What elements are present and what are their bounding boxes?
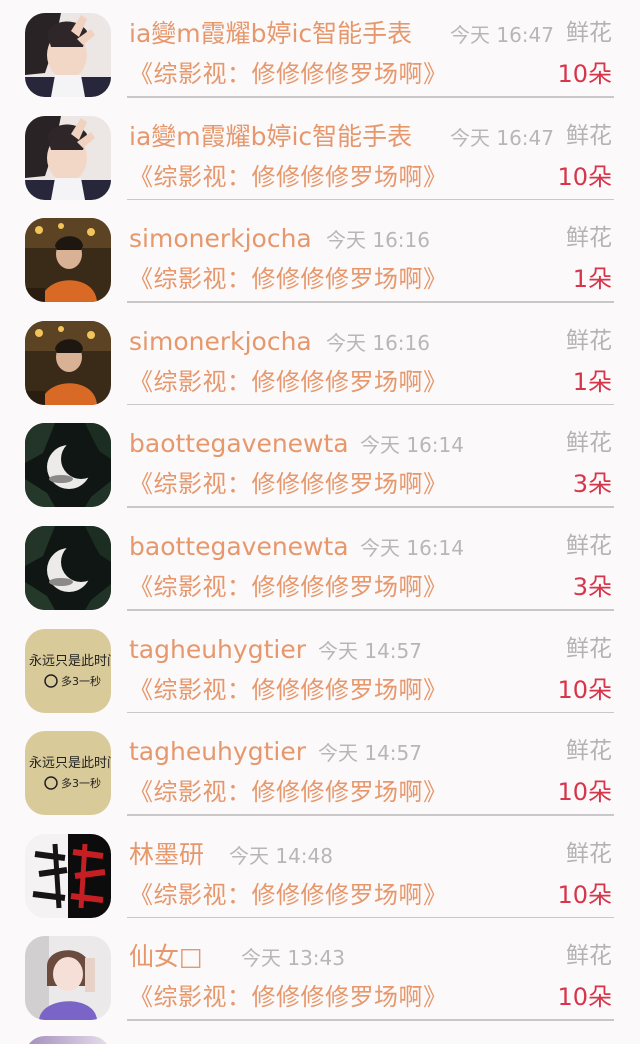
book-title[interactable]: 《综影视：修修修修罗场啊》 — [129, 570, 448, 604]
user-name: ia變m霞耀b婷ic智能手表 — [129, 121, 413, 151]
divider — [127, 301, 614, 303]
girl-selfie-avatar[interactable] — [25, 936, 111, 1021]
user-name: simonerkjocha — [129, 224, 312, 254]
gift-type: 鲜花 — [566, 840, 612, 867]
list-item[interactable]: simonerkjocha 今天 16:16 鲜花 《综影视：修修修修罗场啊》 … — [0, 205, 640, 308]
gift-type: 鲜花 — [566, 122, 612, 149]
girl-peace-sign-avatar[interactable] — [25, 13, 111, 97]
divider — [127, 609, 614, 611]
divider — [127, 198, 614, 201]
list-item[interactable]: 林墨研 今天 14:48 鲜花 《综影视：修修修修罗场啊》 10朵 — [0, 821, 640, 924]
gift-count: 3朵 — [572, 573, 612, 601]
divider — [127, 814, 614, 816]
handwriting-note-avatar[interactable]: 永远只是此时间多3一秒 — [25, 628, 111, 713]
calligraphy-avatar[interactable] — [25, 833, 111, 918]
gift-type: 鲜花 — [566, 327, 612, 354]
gift-count: 10朵 — [557, 162, 612, 191]
list-item[interactable]: 永远只是此时间多3一秒 tagheuhygtier 今天 14:57 鲜花 《综… — [0, 718, 640, 821]
crescent-moon-avatar[interactable] — [25, 526, 111, 610]
gift-type: 鲜花 — [566, 943, 612, 970]
crescent-moon-avatar[interactable] — [25, 423, 111, 508]
divider — [127, 96, 614, 98]
gift-type: 鲜花 — [566, 635, 612, 662]
timestamp: 今天 14:57 — [318, 741, 422, 766]
gift-type: 鲜花 — [566, 430, 612, 457]
boy-orange-sweater-avatar[interactable] — [25, 320, 111, 405]
svg-text:永远只是此时间: 永远只是此时间 — [29, 654, 111, 669]
gift-type: 鲜花 — [566, 738, 612, 765]
user-name: simonerkjocha — [129, 326, 312, 356]
timestamp: 今天 14:57 — [318, 638, 422, 663]
divider — [127, 1019, 614, 1021]
gift-type: 鲜花 — [566, 20, 612, 46]
book-title[interactable]: 《综影视：修修修修罗场啊》 — [129, 365, 448, 399]
timestamp: 今天 16:47 — [450, 23, 554, 47]
svg-text:多3一秒: 多3一秒 — [61, 674, 101, 688]
list-item[interactable]: 仙女□ 今天 13:43 鲜花 《综影视：修修修修罗场啊》 10朵 — [0, 923, 640, 1026]
book-title[interactable]: 《综影视：修修修修罗场啊》 — [129, 160, 448, 194]
book-title[interactable]: 《综影视：修修修修罗场啊》 — [129, 262, 448, 296]
user-name: 林墨研 — [129, 839, 205, 869]
list-item[interactable]: ia變m霞耀b婷ic智能手表 今天 16:47 鲜花 《综影视：修修修修罗场啊》… — [0, 103, 640, 206]
divider — [127, 711, 614, 714]
list-item[interactable]: baottegavenewta 今天 16:14 鲜花 《综影视：修修修修罗场啊… — [0, 513, 640, 616]
timestamp: 今天 14:48 — [229, 843, 333, 868]
gift-count: 10朵 — [557, 880, 612, 909]
list-item[interactable]: 永远只是此时间多3一秒 tagheuhygtier 今天 14:57 鲜花 《综… — [0, 616, 640, 719]
gift-type: 鲜花 — [566, 225, 612, 252]
list-item[interactable]: ia變m霞耀b婷ic智能手表 今天 16:47 鲜花 《综影视：修修修修罗场啊》… — [0, 0, 640, 103]
gift-record-list[interactable]: ia變m霞耀b婷ic智能手表 今天 16:47 鲜花 《综影视：修修修修罗场啊》… — [0, 0, 640, 1044]
user-name: 仙女□ — [129, 942, 203, 972]
user-name: tagheuhygtier — [129, 737, 306, 767]
gift-count: 1朵 — [572, 367, 612, 396]
divider — [127, 403, 614, 406]
gift-count: 10朵 — [557, 778, 612, 807]
avatar[interactable] — [25, 1036, 111, 1044]
book-title[interactable]: 《综影视：修修修修罗场啊》 — [129, 878, 448, 912]
boy-orange-sweater-avatar[interactable] — [25, 218, 111, 303]
user-name: ia變m霞耀b婷ic智能手表 — [129, 19, 413, 48]
svg-text:永远只是此时间: 永远只是此时间 — [29, 756, 111, 771]
book-title[interactable]: 《综影视：修修修修罗场啊》 — [129, 57, 448, 91]
book-title[interactable]: 《综影视：修修修修罗场啊》 — [129, 673, 448, 707]
handwriting-note-avatar[interactable]: 永远只是此时间多3一秒 — [25, 731, 111, 816]
list-item[interactable]: simonerkjocha 今天 16:16 鲜花 《综影视：修修修修罗场啊》 … — [0, 308, 640, 411]
girl-peace-sign-avatar[interactable] — [25, 115, 111, 200]
timestamp: 今天 16:16 — [326, 330, 430, 355]
timestamp: 今天 16:14 — [360, 536, 464, 560]
gift-type: 鲜花 — [566, 533, 612, 559]
list-item[interactable]: baottegavenewta 今天 16:14 鲜花 《综影视：修修修修罗场啊… — [0, 410, 640, 513]
divider — [127, 916, 614, 919]
gift-count: 10朵 — [557, 983, 612, 1012]
book-title[interactable]: 《综影视：修修修修罗场啊》 — [129, 775, 448, 809]
divider — [127, 506, 614, 508]
gift-count: 10朵 — [557, 60, 612, 88]
user-name: tagheuhygtier — [129, 634, 306, 664]
user-name: baottegavenewta — [129, 532, 349, 561]
svg-text:多3一秒: 多3一秒 — [61, 776, 101, 790]
book-title[interactable]: 《综影视：修修修修罗场啊》 — [129, 467, 448, 501]
book-title[interactable]: 《综影视：修修修修罗场啊》 — [129, 980, 448, 1014]
user-name: baottegavenewta — [129, 429, 349, 459]
timestamp: 今天 16:47 — [450, 125, 554, 150]
gift-count: 10朵 — [557, 675, 612, 704]
timestamp: 今天 16:16 — [326, 228, 430, 253]
gift-count: 3朵 — [572, 470, 612, 499]
gift-count: 1朵 — [572, 265, 612, 294]
timestamp: 今天 16:14 — [360, 433, 464, 458]
timestamp: 今天 13:43 — [241, 946, 345, 971]
